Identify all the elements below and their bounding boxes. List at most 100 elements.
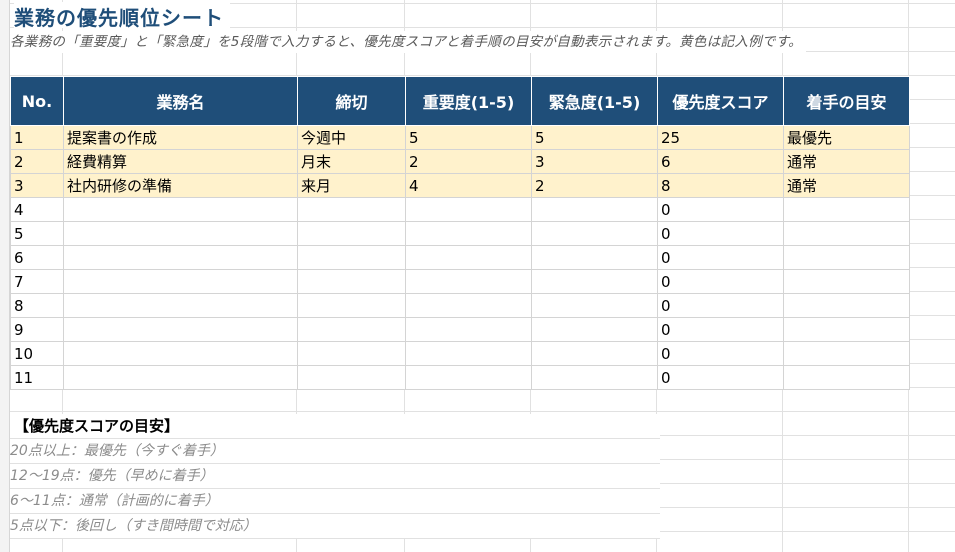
cell-deadline[interactable]	[297, 341, 406, 366]
cell-task[interactable]	[63, 341, 298, 366]
table-row: 40	[10, 197, 910, 222]
cell-importance[interactable]	[405, 317, 532, 342]
cell-importance[interactable]: 4	[405, 173, 532, 198]
cell-task[interactable]	[63, 221, 298, 246]
cell-deadline[interactable]	[297, 245, 406, 270]
cell-score[interactable]: 25	[657, 125, 784, 150]
cell-guide[interactable]: 通常	[783, 173, 910, 198]
cell-score[interactable]: 8	[657, 173, 784, 198]
cell-task[interactable]: 社内研修の準備	[63, 173, 298, 198]
cell-deadline[interactable]	[297, 293, 406, 318]
cell-no[interactable]: 9	[10, 317, 64, 342]
cell-importance[interactable]	[405, 293, 532, 318]
cell-urgency[interactable]	[531, 341, 658, 366]
cell-urgency[interactable]: 2	[531, 173, 658, 198]
cell-deadline[interactable]	[297, 221, 406, 246]
cell-task[interactable]: 提案書の作成	[63, 125, 298, 150]
cell-task[interactable]	[63, 269, 298, 294]
table-row: 11 0	[10, 365, 910, 390]
cell-no[interactable]: 11	[10, 365, 64, 390]
cell-urgency[interactable]	[531, 317, 658, 342]
cell-score[interactable]: 0	[657, 365, 784, 390]
cell-no[interactable]: 6	[10, 245, 64, 270]
cell-urgency[interactable]	[531, 221, 658, 246]
cell-deadline[interactable]	[297, 365, 406, 390]
cell-no[interactable]: 4	[10, 197, 64, 222]
header-row: No. 業務名 締切 重要度(1-5) 緊急度(1-5) 優先度スコア 着手の目…	[10, 76, 910, 126]
cell-deadline[interactable]	[297, 197, 406, 222]
table-row: 50	[10, 221, 910, 246]
cell-task[interactable]	[63, 245, 298, 270]
cell-guide[interactable]	[783, 221, 910, 246]
cell-guide[interactable]	[783, 245, 910, 270]
cell-urgency[interactable]	[531, 293, 658, 318]
table-row: 2 経費精算 月末 2 3 6 通常	[10, 149, 910, 174]
legend-item[interactable]: 6～11点：通常（計画的に着手）	[10, 489, 660, 514]
header-guide[interactable]: 着手の目安	[783, 76, 910, 126]
cell-urgency[interactable]: 3	[531, 149, 658, 174]
header-importance[interactable]: 重要度(1-5)	[405, 76, 532, 126]
cell-score[interactable]: 0	[657, 245, 784, 270]
cell-urgency[interactable]: 5	[531, 125, 658, 150]
cell-importance[interactable]	[405, 221, 532, 246]
cell-guide[interactable]	[783, 197, 910, 222]
cell-score[interactable]: 6	[657, 149, 784, 174]
cell-urgency[interactable]	[531, 245, 658, 270]
cell-importance[interactable]: 2	[405, 149, 532, 174]
cell-score[interactable]: 0	[657, 341, 784, 366]
sheet-title[interactable]: 業務の優先順位シート	[14, 2, 230, 30]
cell-guide[interactable]: 通常	[783, 149, 910, 174]
cell-deadline[interactable]: 来月	[297, 173, 406, 198]
cell-guide[interactable]	[783, 269, 910, 294]
header-task[interactable]: 業務名	[63, 76, 298, 126]
cell-task[interactable]	[63, 317, 298, 342]
legend-item[interactable]: 20点以上：最優先（今すぐ着手）	[10, 439, 660, 464]
cell-guide[interactable]	[783, 317, 910, 342]
cell-score[interactable]: 0	[657, 197, 784, 222]
cell-no[interactable]: 8	[10, 293, 64, 318]
table-row: 70	[10, 269, 910, 294]
cell-score[interactable]: 0	[657, 221, 784, 246]
cell-importance[interactable]	[405, 341, 532, 366]
cell-importance[interactable]	[405, 245, 532, 270]
cell-task[interactable]	[63, 365, 298, 390]
cell-no[interactable]: 5	[10, 221, 64, 246]
cell-importance[interactable]	[405, 365, 532, 390]
header-score[interactable]: 優先度スコア	[657, 76, 784, 126]
cell-deadline[interactable]	[297, 317, 406, 342]
legend-item[interactable]: 12～19点：優先（早めに着手）	[10, 464, 660, 489]
cell-guide[interactable]	[783, 341, 910, 366]
cell-urgency[interactable]	[531, 269, 658, 294]
header-urgency[interactable]: 緊急度(1-5)	[531, 76, 658, 126]
cell-no[interactable]: 7	[10, 269, 64, 294]
cell-guide[interactable]	[783, 293, 910, 318]
cell-no[interactable]: 2	[10, 149, 64, 174]
cell-urgency[interactable]	[531, 197, 658, 222]
cell-task[interactable]: 経費精算	[63, 149, 298, 174]
table-row: 10 0	[10, 341, 910, 366]
cell-deadline[interactable]	[297, 269, 406, 294]
header-deadline[interactable]: 締切	[297, 76, 406, 126]
cell-urgency[interactable]	[531, 365, 658, 390]
cell-no[interactable]: 3	[10, 173, 64, 198]
table-row: 60	[10, 245, 910, 270]
spreadsheet: 業務の優先順位シート 各業務の「重要度」と「緊急度」を5段階で入力すると、優先度…	[0, 0, 955, 552]
legend-item[interactable]: 5点以下：後回し（すき間時間で対応）	[10, 514, 660, 539]
sheet-subtitle[interactable]: 各業務の「重要度」と「緊急度」を5段階で入力すると、優先度スコアと着手順の目安が…	[10, 31, 806, 53]
cell-deadline[interactable]: 今週中	[297, 125, 406, 150]
cell-guide[interactable]	[783, 365, 910, 390]
cell-importance[interactable]: 5	[405, 125, 532, 150]
cell-no[interactable]: 1	[10, 125, 64, 150]
cell-importance[interactable]	[405, 197, 532, 222]
cell-score[interactable]: 0	[657, 269, 784, 294]
cell-importance[interactable]	[405, 269, 532, 294]
header-no[interactable]: No.	[10, 76, 64, 126]
cell-score[interactable]: 0	[657, 317, 784, 342]
cell-deadline[interactable]: 月末	[297, 149, 406, 174]
legend-title[interactable]: 【優先度スコアの目安】	[10, 414, 660, 439]
cell-guide[interactable]: 最優先	[783, 125, 910, 150]
cell-no[interactable]: 10	[10, 341, 64, 366]
cell-task[interactable]	[63, 293, 298, 318]
cell-task[interactable]	[63, 197, 298, 222]
cell-score[interactable]: 0	[657, 293, 784, 318]
